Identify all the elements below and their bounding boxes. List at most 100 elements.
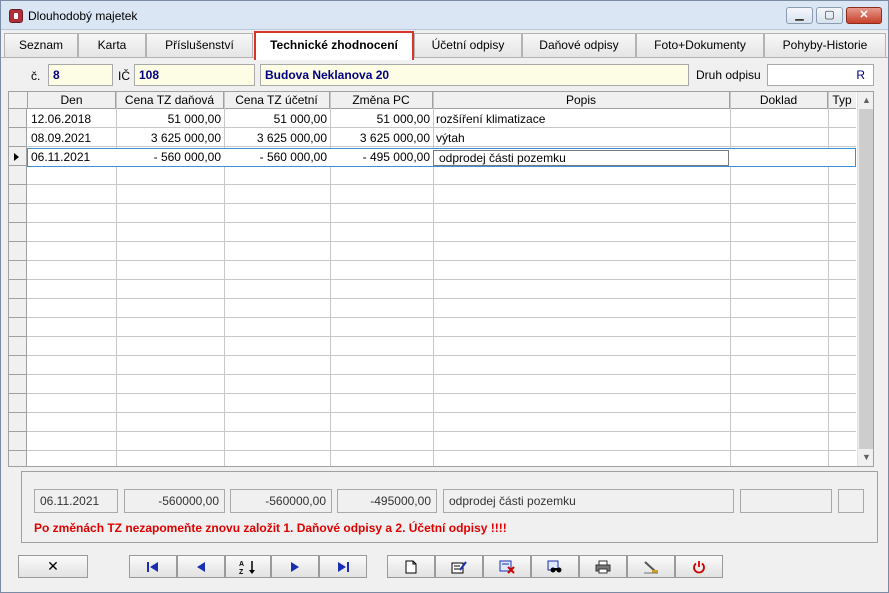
cancel-button[interactable]: ✕ <box>18 555 88 578</box>
row-indicator[interactable] <box>9 280 27 299</box>
grid-row-line <box>27 279 856 280</box>
exit-button[interactable] <box>675 555 723 578</box>
row-indicator[interactable] <box>9 223 27 242</box>
row-indicator[interactable] <box>9 451 27 466</box>
row-3-cena-danova[interactable]: - 560 000,00 <box>116 148 224 167</box>
tab-karta[interactable]: Karta <box>78 33 146 58</box>
tab-ucetni-odpisy[interactable]: Účetní odpisy <box>414 33 522 58</box>
row-indicator[interactable] <box>9 337 27 356</box>
row-2-cena-ucetni[interactable]: 3 625 000,00 <box>224 129 330 148</box>
scroll-down-icon[interactable]: ▼ <box>858 449 873 466</box>
scroll-up-icon[interactable]: ▲ <box>858 92 873 109</box>
close-button[interactable]: ✕ <box>846 7 882 24</box>
grid-row-line <box>27 431 856 432</box>
ic-label: IČ <box>118 69 130 83</box>
ic-field[interactable]: 108 <box>134 64 255 86</box>
minimize-button[interactable]: ▁ <box>786 7 813 24</box>
row-3-cena-ucetni[interactable]: - 560 000,00 <box>224 148 330 167</box>
grid-row-line <box>27 222 856 223</box>
row-indicator[interactable] <box>9 128 27 147</box>
last-record-button[interactable] <box>319 555 367 578</box>
tab-pohyby-historie[interactable]: Pohyby-Historie <box>764 33 886 58</box>
maximize-button[interactable]: ▢ <box>816 7 843 24</box>
prev-record-button[interactable] <box>177 555 225 578</box>
tab-bar: Seznam Karta Příslušenství Technické zho… <box>4 31 888 60</box>
detail-typ-field[interactable] <box>838 489 864 513</box>
delete-record-button[interactable] <box>483 555 531 578</box>
row-indicator[interactable] <box>9 166 27 185</box>
row-indicator[interactable] <box>9 242 27 261</box>
new-record-button[interactable] <box>387 555 435 578</box>
row-3-popis-editor[interactable]: odprodej části pozemku <box>433 150 729 166</box>
last-icon <box>338 562 349 573</box>
col-zmena-pc[interactable]: Změna PC <box>330 92 433 109</box>
tab-technicke-zhodnoceni[interactable]: Technické zhodnocení <box>254 31 414 60</box>
grid-row-line <box>27 450 856 451</box>
prev-icon <box>197 562 205 573</box>
settings-icon <box>644 561 658 574</box>
tab-danove-odpisy[interactable]: Daňové odpisy <box>522 33 636 58</box>
print-button[interactable] <box>579 555 627 578</box>
row-indicator[interactable] <box>9 299 27 318</box>
row-3-den[interactable]: 06.11.2021 <box>28 148 116 167</box>
next-record-button[interactable] <box>271 555 319 578</box>
col-cena-tz-ucetni[interactable]: Cena TZ účetní <box>224 92 330 109</box>
tab-foto-dokumenty[interactable]: Foto+Dokumenty <box>636 33 764 58</box>
detail-cena-danova-field[interactable]: -560000,00 <box>124 489 225 513</box>
row-1-cena-ucetni[interactable]: 51 000,00 <box>224 110 330 129</box>
detail-doklad-field[interactable] <box>740 489 832 513</box>
col-doklad[interactable]: Doklad <box>730 92 828 109</box>
edit-record-button[interactable] <box>435 555 483 578</box>
row-indicator[interactable] <box>9 356 27 375</box>
grid-vertical-scrollbar[interactable]: ▲ ▼ <box>857 92 873 466</box>
row-indicator[interactable] <box>9 204 27 223</box>
row-indicator[interactable] <box>9 413 27 432</box>
sort-az-icon: AZ <box>239 561 255 576</box>
warning-message: Po změnách TZ nezapomeňte znovu založit … <box>34 521 507 535</box>
grid-row-line <box>27 317 856 318</box>
row-3-zmena-pc[interactable]: - 495 000,00 <box>330 148 433 167</box>
row-indicator[interactable] <box>9 109 27 128</box>
detail-popis-field[interactable]: odprodej části pozemku <box>443 489 734 513</box>
row-2-cena-danova[interactable]: 3 625 000,00 <box>116 129 224 148</box>
tab-seznam[interactable]: Seznam <box>4 33 78 58</box>
row-1-cena-danova[interactable]: 51 000,00 <box>116 110 224 129</box>
search-icon <box>547 560 562 573</box>
row-indicator[interactable] <box>9 318 27 337</box>
detail-zmena-pc-field[interactable]: -495000,00 <box>337 489 437 513</box>
grid-row-line <box>27 336 856 337</box>
next-icon <box>291 562 299 573</box>
col-cena-tz-danova[interactable]: Cena TZ daňová <box>116 92 224 109</box>
row-1-popis[interactable]: rozšíření klimatizace <box>433 110 730 129</box>
col-den[interactable]: Den <box>28 92 116 109</box>
detail-panel: 06.11.2021 -560000,00 -560000,00 -495000… <box>21 471 878 543</box>
row-2-popis[interactable]: výtah <box>433 129 730 148</box>
row-2-zmena-pc[interactable]: 3 625 000,00 <box>330 129 433 148</box>
col-typ[interactable]: Typ <box>828 92 856 109</box>
search-button[interactable] <box>531 555 579 578</box>
main-window: Dlouhodobý majetek ▁ ▢ ✕ Seznam Karta Př… <box>0 0 889 593</box>
row-indicator[interactable] <box>9 261 27 280</box>
edit-icon <box>451 561 467 574</box>
asset-name-field[interactable]: Budova Neklanova 20 <box>260 64 689 86</box>
grid-row-line <box>27 203 856 204</box>
tab-prislusenstvi[interactable]: Příslušenství <box>146 33 253 58</box>
detail-den-field[interactable]: 06.11.2021 <box>34 489 118 513</box>
row-1-zmena-pc[interactable]: 51 000,00 <box>330 110 433 129</box>
first-record-button[interactable] <box>129 555 177 578</box>
row-2-den[interactable]: 08.09.2021 <box>28 129 116 148</box>
sort-button[interactable]: AZ <box>225 555 271 578</box>
tz-grid: Den Cena TZ daňová Cena TZ účetní Změna … <box>8 91 874 467</box>
grid-row-line <box>27 260 856 261</box>
detail-cena-ucetni-field[interactable]: -560000,00 <box>230 489 332 513</box>
settings-button[interactable] <box>627 555 675 578</box>
row-indicator[interactable] <box>9 432 27 451</box>
druh-odpisu-field[interactable]: R <box>767 64 874 86</box>
row-1-den[interactable]: 12.06.2018 <box>28 110 116 129</box>
cislo-field[interactable]: 8 <box>48 64 113 86</box>
row-indicator[interactable] <box>9 185 27 204</box>
scroll-thumb[interactable] <box>859 109 873 449</box>
row-indicator[interactable] <box>9 394 27 413</box>
col-popis[interactable]: Popis <box>433 92 730 109</box>
row-indicator[interactable] <box>9 375 27 394</box>
